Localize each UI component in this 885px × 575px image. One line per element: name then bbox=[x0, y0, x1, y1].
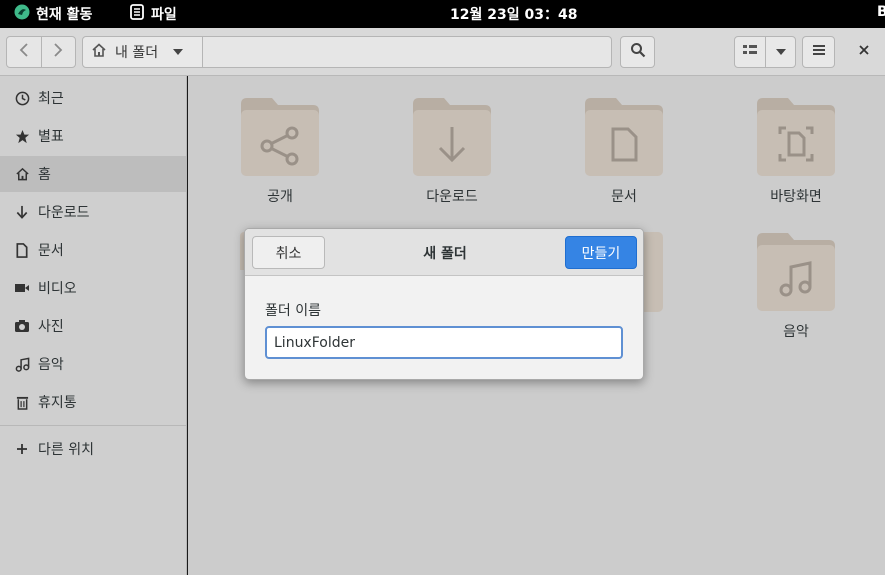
folder-icon bbox=[585, 98, 663, 176]
sidebar-item-label: 문서 bbox=[38, 243, 64, 259]
menu-icon bbox=[812, 44, 826, 60]
list-view-button[interactable] bbox=[735, 37, 767, 67]
folder-icon bbox=[757, 233, 835, 311]
folder-music[interactable]: 음악 bbox=[731, 231, 861, 341]
dialog-header: 취소 새 폴더 만들기 bbox=[245, 229, 643, 276]
clock-icon bbox=[14, 90, 30, 106]
video-icon bbox=[14, 280, 30, 296]
header-bar: 내 폴더 bbox=[0, 28, 885, 76]
sidebar-item-other-locations[interactable]: 다른 위치 bbox=[0, 431, 186, 467]
cancel-button[interactable]: 취소 bbox=[252, 236, 325, 269]
activities-logo-icon bbox=[14, 4, 30, 24]
download-icon bbox=[14, 204, 30, 220]
document-icon bbox=[14, 242, 30, 258]
back-button[interactable] bbox=[7, 37, 41, 67]
nav-button-group bbox=[6, 36, 76, 68]
sidebar-item-recent[interactable]: 최근 bbox=[0, 80, 186, 116]
menu-button[interactable] bbox=[802, 36, 835, 68]
top-bar: 현재 활동 파일 12월 23일 03：48 B bbox=[0, 0, 885, 28]
app-menu-label: 파일 bbox=[151, 7, 177, 23]
sidebar-divider bbox=[0, 425, 186, 426]
forward-button[interactable] bbox=[40, 37, 76, 67]
activities-button[interactable]: 현재 활동 bbox=[14, 4, 92, 24]
folder-label: 바탕화면 bbox=[770, 189, 822, 205]
chevron-down-icon bbox=[775, 44, 787, 60]
sidebar-item-label: 휴지통 bbox=[38, 395, 77, 411]
path-bar: 내 폴더 bbox=[82, 36, 612, 68]
folder-label: 문서 bbox=[611, 189, 637, 205]
sidebar-item-label: 사진 bbox=[38, 319, 64, 335]
view-toggle-group bbox=[734, 36, 796, 68]
folder-icon bbox=[413, 98, 491, 176]
create-button[interactable]: 만들기 bbox=[565, 236, 637, 269]
star-icon bbox=[14, 128, 30, 144]
path-crumb-home[interactable]: 내 폴더 bbox=[83, 37, 203, 67]
sidebar-item-label: 음악 bbox=[38, 357, 64, 373]
activities-label: 현재 활동 bbox=[36, 7, 93, 23]
sidebar-item-label: 별표 bbox=[38, 129, 64, 145]
app-menu[interactable]: 파일 bbox=[130, 4, 177, 24]
folder-name-label: 폴더 이름 bbox=[265, 303, 321, 319]
trash-icon bbox=[14, 394, 30, 410]
sidebar-item-documents[interactable]: 문서 bbox=[0, 232, 186, 268]
home-icon bbox=[14, 166, 30, 182]
sidebar-item-label: 다른 위치 bbox=[38, 442, 94, 458]
home-icon bbox=[91, 43, 107, 61]
folder-documents[interactable]: 문서 bbox=[559, 96, 689, 206]
sidebar-item-starred[interactable]: 별표 bbox=[0, 118, 186, 154]
sidebar-item-home[interactable]: 홈 bbox=[0, 156, 186, 192]
list-view-icon bbox=[743, 44, 758, 60]
music-icon bbox=[14, 356, 30, 372]
folder-label: 다운로드 bbox=[426, 189, 478, 205]
status-area-edge[interactable]: B bbox=[877, 4, 885, 20]
folder-name-input[interactable]: LinuxFolder bbox=[265, 326, 623, 359]
folder-icon bbox=[757, 98, 835, 176]
close-window-button[interactable] bbox=[852, 42, 876, 62]
new-folder-dialog: 취소 새 폴더 만들기 폴더 이름 LinuxFolder bbox=[244, 228, 644, 380]
folder-name-value: LinuxFolder bbox=[274, 334, 355, 351]
dropdown-icon[interactable] bbox=[172, 44, 184, 60]
sidebar-item-label: 다운로드 bbox=[38, 205, 90, 221]
sidebar-item-pictures[interactable]: 사진 bbox=[0, 308, 186, 344]
path-label: 내 폴더 bbox=[115, 45, 159, 61]
folder-label: 음악 bbox=[783, 324, 809, 340]
folder-partial-right[interactable] bbox=[643, 232, 663, 312]
sidebar-item-music[interactable]: 음악 bbox=[0, 346, 186, 382]
forward-icon bbox=[53, 43, 63, 61]
search-icon bbox=[630, 42, 646, 62]
sidebar: 최근 별표 홈 다운로드 문서 비디오 사진 음악 휴지통 다른 위치 bbox=[0, 76, 187, 575]
folder-icon bbox=[241, 98, 319, 176]
folder-downloads[interactable]: 다운로드 bbox=[387, 96, 517, 206]
folder-label: 공개 bbox=[267, 189, 293, 205]
sidebar-item-label: 최근 bbox=[38, 91, 64, 107]
camera-icon bbox=[14, 318, 30, 334]
back-icon bbox=[19, 43, 29, 61]
sidebar-item-trash[interactable]: 휴지통 bbox=[0, 384, 186, 420]
view-options-button[interactable] bbox=[766, 37, 795, 67]
plus-icon bbox=[14, 441, 30, 457]
sidebar-item-downloads[interactable]: 다운로드 bbox=[0, 194, 186, 230]
sidebar-item-label: 비디오 bbox=[38, 281, 77, 297]
files-app-icon bbox=[130, 4, 144, 24]
folder-public[interactable]: 공개 bbox=[215, 96, 345, 206]
clock[interactable]: 12월 23일 03：48 bbox=[450, 4, 577, 24]
search-button[interactable] bbox=[620, 36, 655, 68]
dialog-title: 새 폴더 bbox=[423, 245, 467, 262]
sidebar-item-videos[interactable]: 비디오 bbox=[0, 270, 186, 306]
close-icon bbox=[858, 44, 870, 60]
sidebar-item-label: 홈 bbox=[38, 167, 51, 183]
folder-desktop[interactable]: 바탕화면 bbox=[731, 96, 861, 206]
